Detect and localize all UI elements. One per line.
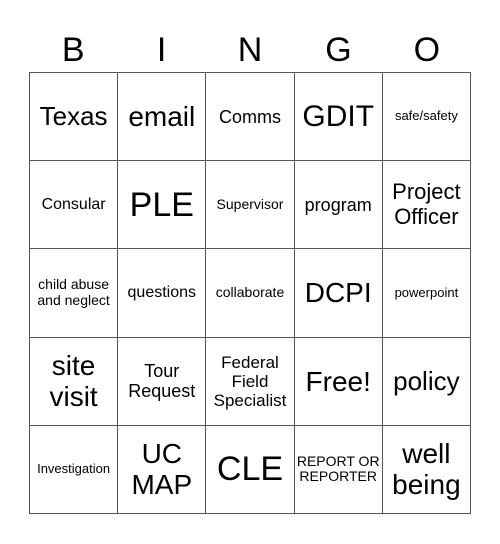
header-letter-b: B [61,31,85,69]
bingo-cell[interactable]: REPORT OR REPORTER [294,425,383,514]
bingo-cell[interactable]: email [118,73,207,162]
bingo-cell[interactable]: questions [118,249,207,338]
bingo-cell[interactable]: site visit [30,337,119,426]
header-letter-i: I [156,31,167,69]
bingo-cell[interactable]: Federal Field Specialist [206,337,295,426]
bingo-cell[interactable]: safe/safety [382,73,471,162]
bingo-cell[interactable]: Comms [206,73,295,162]
free-space-cell[interactable]: Free! [294,337,383,426]
bingo-cell[interactable]: powerpoint [382,249,471,338]
bingo-cell[interactable]: UC MAP [118,425,207,514]
bingo-cell[interactable]: Supervisor [206,161,295,250]
bingo-cell[interactable]: Project Officer [382,161,471,250]
bingo-cell[interactable]: child abuse and neglect [30,249,119,338]
bingo-cell[interactable]: well being [382,425,471,514]
bingo-cell[interactable]: PLE [118,161,207,250]
bingo-cell[interactable]: collaborate [206,249,295,338]
bingo-header: B I N G O [29,30,471,70]
bingo-cell[interactable]: DCPI [294,249,383,338]
header-letter-n: N [237,31,263,69]
header-letter-o: O [413,31,441,69]
bingo-cell[interactable]: Texas [30,73,119,162]
bingo-cell[interactable]: policy [382,337,471,426]
bingo-grid: Texas email Comms GDIT safe/safety Consu… [29,72,471,514]
bingo-cell[interactable]: Investigation [30,425,119,514]
bingo-cell[interactable]: Tour Request [118,337,207,426]
bingo-cell[interactable]: program [294,161,383,250]
bingo-cell[interactable]: CLE [206,425,295,514]
bingo-cell[interactable]: GDIT [294,73,383,162]
header-letter-g: G [325,31,352,69]
bingo-cell[interactable]: Consular [30,161,119,250]
